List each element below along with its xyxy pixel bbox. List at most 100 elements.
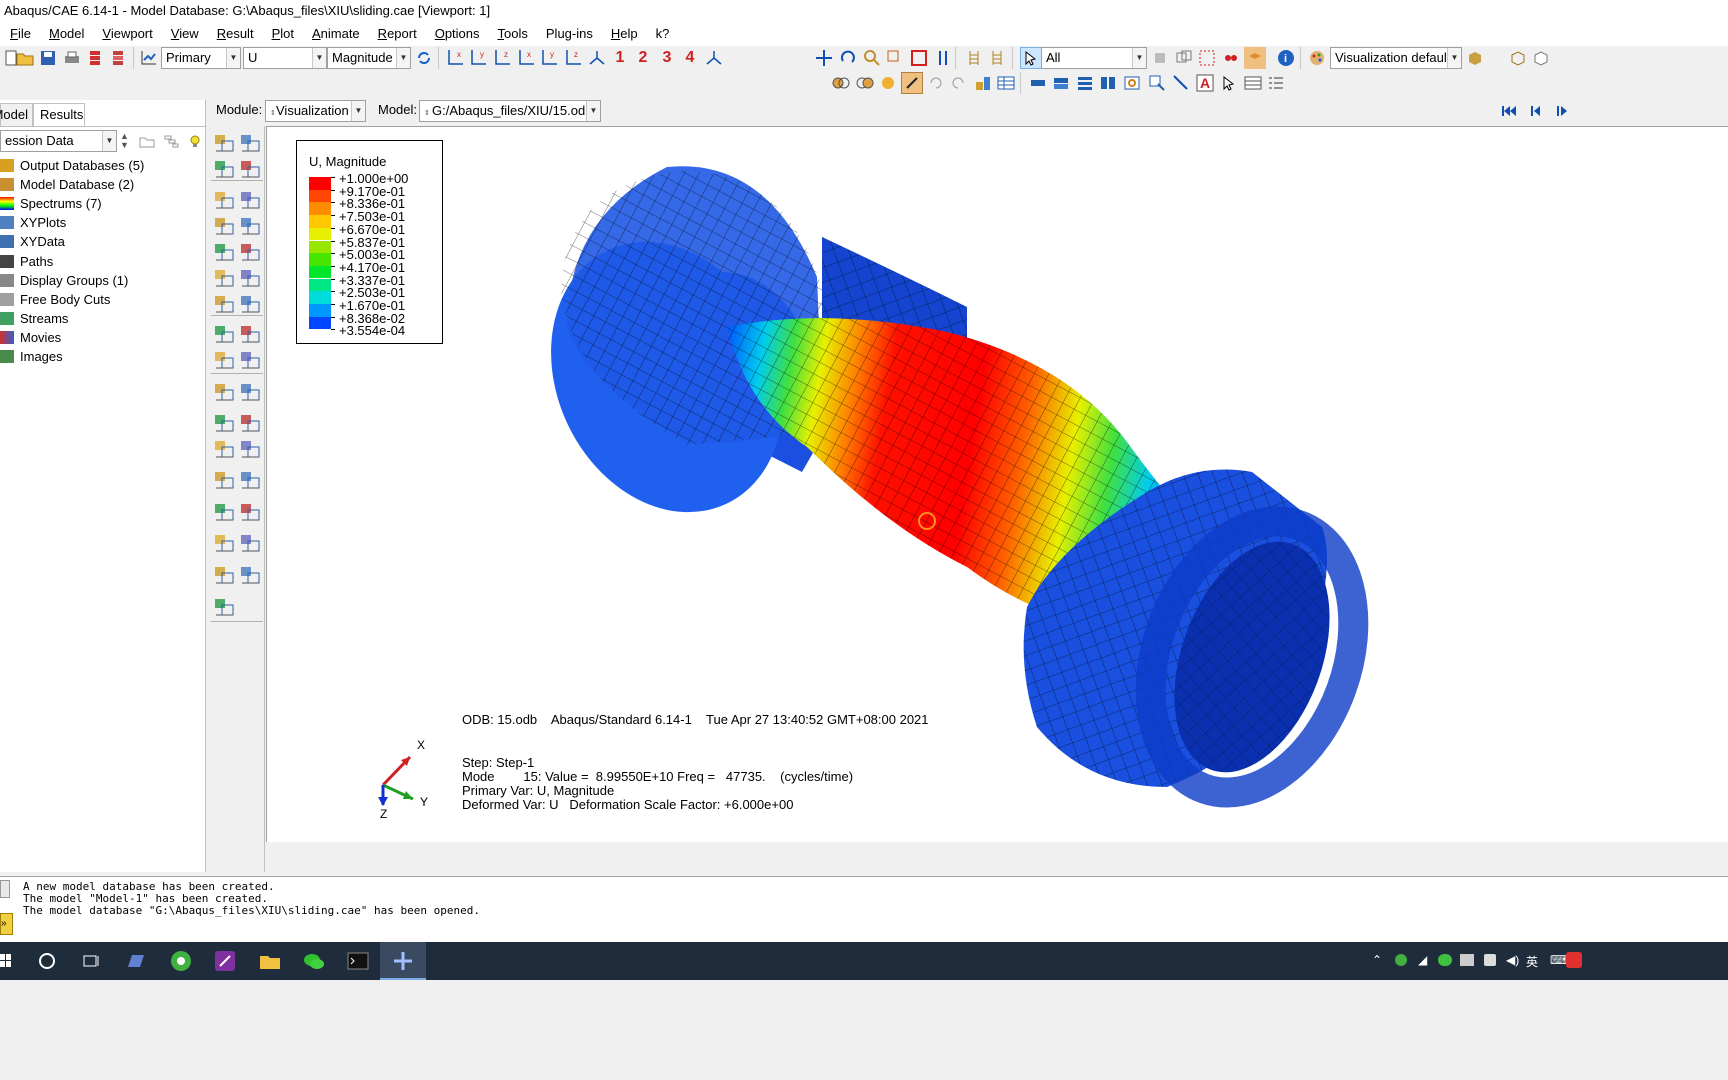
menu-tools[interactable]: Tools <box>489 22 537 46</box>
session-data-combo[interactable]: ession Data ▼ <box>0 130 117 152</box>
menu-viewport[interactable]: Viewport <box>93 22 161 46</box>
probe-icon[interactable] <box>901 72 923 94</box>
bar-4-icon[interactable] <box>1097 72 1119 94</box>
box-zoom-icon[interactable] <box>884 47 906 69</box>
menu-result[interactable]: Result <box>208 22 263 46</box>
free-body-cut-icon[interactable] <box>213 438 235 460</box>
animate-time-history-icon[interactable] <box>213 323 235 345</box>
create-path-icon[interactable] <box>213 412 235 434</box>
superimpose-icon[interactable] <box>854 72 876 94</box>
view-neg-y-icon[interactable]: y <box>538 47 560 69</box>
save-icon[interactable] <box>37 47 59 69</box>
bar-1-icon[interactable] <box>1027 72 1049 94</box>
windows-start-icon[interactable] <box>0 950 22 972</box>
cycle-view-icon[interactable] <box>932 47 954 69</box>
common-options-icon[interactable] <box>213 189 235 211</box>
sort-arrows-icon[interactable]: ▲ ▼ <box>120 132 129 150</box>
menu-help[interactable]: Help <box>602 22 647 46</box>
table-icon[interactable] <box>995 72 1017 94</box>
tray-chevron-icon[interactable]: ⌃ <box>1372 953 1382 967</box>
open-folder-icon[interactable] <box>14 47 36 69</box>
annotation-table-icon[interactable] <box>1242 72 1264 94</box>
previous-frame-icon[interactable] <box>1524 100 1546 122</box>
tray-qq-icon[interactable] <box>1484 954 1496 966</box>
auto-fit-icon[interactable] <box>908 47 930 69</box>
animate-scale-icon[interactable] <box>213 293 235 315</box>
quick-view-3[interactable]: 3 <box>656 47 678 69</box>
rotate-icon[interactable] <box>837 47 859 69</box>
axes-icon[interactable] <box>703 47 725 69</box>
remove-icon[interactable] <box>1196 47 1218 69</box>
allow-multiple-icon[interactable] <box>213 267 235 289</box>
render-style-icon[interactable] <box>1464 47 1486 69</box>
abaqus-taskbar-button[interactable] <box>380 942 426 980</box>
animation-options-icon[interactable] <box>239 323 261 345</box>
model-db-stack-icon[interactable] <box>107 47 129 69</box>
view-x-icon[interactable]: x <box>444 47 466 69</box>
display-group-create-icon[interactable] <box>213 469 235 491</box>
material-orientation-icon[interactable] <box>213 241 235 263</box>
ladder-icon[interactable] <box>963 47 985 69</box>
model-combo[interactable]: ⇕ G:/Abaqus_files/XIU/15.odb ▼ <box>419 100 601 122</box>
quick-view-1[interactable]: 1 <box>609 47 631 69</box>
highlight-bulb-icon[interactable] <box>184 130 206 152</box>
select-arrow-icon[interactable] <box>1020 47 1042 69</box>
zoom-icon[interactable] <box>861 47 883 69</box>
tab-results[interactable]: Results <box>33 103 85 127</box>
viewport[interactable] <box>266 126 1728 842</box>
tray-wechat-icon[interactable] <box>1438 954 1452 966</box>
iso-view-icon[interactable] <box>586 47 608 69</box>
arrow-annotation-icon[interactable] <box>1170 72 1192 94</box>
view-neg-z-icon[interactable]: z <box>562 47 584 69</box>
bar-3-icon[interactable] <box>1074 72 1096 94</box>
create-xy-data-icon[interactable] <box>213 381 235 403</box>
view-cut-manager-icon[interactable] <box>239 349 261 371</box>
free-body-manager-icon[interactable] <box>239 438 261 460</box>
ring-icon[interactable] <box>1121 72 1143 94</box>
animate-harmonic-icon[interactable] <box>239 293 261 315</box>
step-frame-icon[interactable] <box>138 47 160 69</box>
path-manager-icon[interactable] <box>239 412 261 434</box>
ladder-2-icon[interactable] <box>986 47 1008 69</box>
output-db-stack-icon[interactable] <box>84 47 106 69</box>
first-frame-icon[interactable] <box>1498 100 1520 122</box>
menu-file[interactable]: File <box>0 22 40 46</box>
app-grid-icon[interactable] <box>125 950 147 972</box>
text-query-icon[interactable] <box>1146 72 1168 94</box>
volume-icon[interactable]: ◀) <box>1506 953 1519 967</box>
field-output-combo[interactable]: U ▼ <box>243 47 327 69</box>
contour-legend[interactable]: U, Magnitude +1.000e+00 +9.170e-01 +8.336e… <box>296 140 443 344</box>
odb-call-icon[interactable] <box>213 564 235 586</box>
symbol-options-icon[interactable] <box>239 215 261 237</box>
symbol-plot-icon[interactable] <box>213 215 235 237</box>
view-defaults-combo[interactable]: Visualization defaults ▼ <box>1330 47 1462 69</box>
info-icon[interactable]: i <box>1275 47 1297 69</box>
message-area[interactable]: A new model database has been created. T… <box>0 876 1728 942</box>
text-annotation-icon[interactable]: A <box>1194 72 1216 94</box>
stream-manager-icon[interactable] <box>239 532 261 554</box>
sphere-icon[interactable] <box>877 72 899 94</box>
assign-icon[interactable] <box>972 72 994 94</box>
field-report-icon[interactable] <box>239 501 261 523</box>
print-icon[interactable] <box>61 47 83 69</box>
refresh-icon[interactable] <box>413 47 435 69</box>
list-dash-icon[interactable] <box>1265 72 1287 94</box>
python-prompt-icon[interactable]: » <box>0 913 13 935</box>
plot-deformed-icon[interactable] <box>239 132 261 154</box>
view-neg-x-icon[interactable]: x <box>515 47 537 69</box>
feather-app-icon[interactable] <box>214 950 236 972</box>
bar-2-icon[interactable] <box>1050 72 1072 94</box>
xy-data-manager-icon[interactable] <box>239 381 261 403</box>
menu-animate[interactable]: Animate <box>303 22 369 46</box>
play-icon[interactable] <box>1552 100 1574 122</box>
task-view-icon[interactable] <box>80 950 102 972</box>
display-group-tool-icon[interactable] <box>1149 47 1171 69</box>
wechat-icon[interactable] <box>303 950 325 972</box>
tab-model[interactable]: Model <box>0 103 33 127</box>
undo-icon[interactable] <box>924 72 946 94</box>
query-icon[interactable] <box>213 501 235 523</box>
menu-model[interactable]: Model <box>40 22 93 46</box>
view-cut-icon[interactable] <box>213 349 235 371</box>
file-explorer-icon[interactable] <box>259 950 281 972</box>
ime-indicator[interactable]: 英 <box>1526 953 1538 970</box>
